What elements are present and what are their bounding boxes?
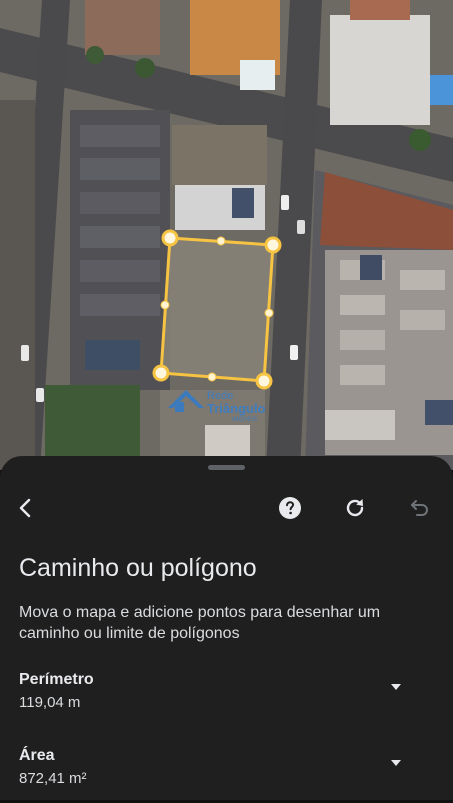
satellite-map[interactable]: Rede Triângulo IMÓVEIS [0,0,453,470]
watermark-line2: Triângulo [207,401,266,416]
undo-icon [411,500,428,516]
back-arrow-icon [19,498,31,518]
roof [350,0,410,20]
polygon-vertex[interactable] [255,372,273,390]
vegetation [45,385,140,465]
polygon-midpoint[interactable] [264,308,274,318]
solar-panels [85,340,140,370]
panel-title: Caminho ou polígono [19,554,257,582]
polygon-midpoint[interactable] [160,300,170,310]
car [297,220,305,234]
bottom-sheet: Caminho ou polígono Mova o mapa e adicio… [0,456,453,800]
help-button[interactable] [270,488,310,528]
perimeter-value: 119,04 m [19,694,81,711]
polygon-vertex[interactable] [264,236,282,254]
undo-button[interactable] [400,488,440,528]
solar-panels [425,400,453,425]
car [36,388,44,402]
solar-panels [360,255,382,280]
car [21,345,29,361]
solar-panels [232,188,254,218]
pool-house [240,60,275,90]
refresh-icon [346,499,364,517]
watermark-line3: IMÓVEIS [232,416,257,423]
roof-white [330,15,430,125]
tree [409,129,431,151]
polygon-midpoint[interactable] [216,236,226,246]
area-value: 872,41 m² [19,770,87,787]
dirt-area [172,125,267,185]
perimeter-row[interactable]: Perímetro 119,04 m [0,671,453,727]
tree [86,46,104,64]
tree [135,58,155,78]
panel-description: Mova o mapa e adicione pontos para desen… [19,604,381,642]
area-row[interactable]: Área 872,41 m² [0,747,453,803]
area-label: Área [19,747,55,764]
rooftops-far-left [0,100,35,470]
perimeter-label: Perímetro [19,671,94,688]
drawn-polygon[interactable] [159,236,275,383]
car [290,345,298,360]
polygon-midpoint[interactable] [207,372,217,382]
polygon-vertex[interactable] [152,364,170,382]
help-icon [279,497,301,519]
chevron-down-icon[interactable] [388,679,404,695]
chevron-down-icon[interactable] [388,755,404,771]
pool [430,75,453,105]
polygon-vertex[interactable] [161,229,179,247]
back-button[interactable] [6,488,46,528]
drag-handle[interactable] [208,465,245,470]
car [281,195,289,210]
refresh-button[interactable] [335,488,375,528]
